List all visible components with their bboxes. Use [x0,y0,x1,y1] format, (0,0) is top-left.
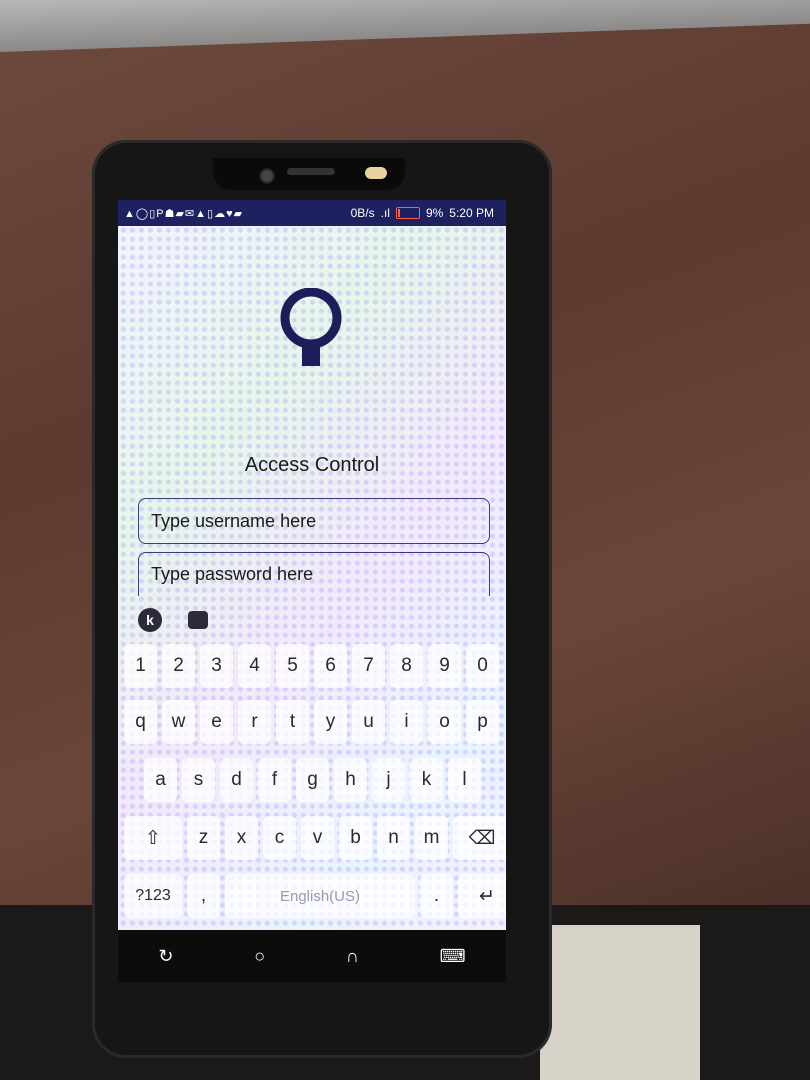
back-icon[interactable]: ↻ [158,946,173,967]
key-g[interactable]: g [296,758,329,802]
function-row: ?123 , English(US) . ↵ [124,874,506,918]
key-o[interactable]: o [428,700,461,744]
username-field[interactable] [138,498,506,544]
key-d[interactable]: d [220,758,253,802]
key-x[interactable]: x [225,816,258,860]
space-key[interactable]: English(US) [225,874,415,918]
key-u[interactable]: u [352,700,385,744]
soft-keyboard: 1 2 3 4 5 6 7 8 9 0 q w e r t y u i o p … [124,640,506,930]
theme-icon[interactable] [188,611,208,629]
key-7[interactable]: 7 [352,644,385,688]
key-k[interactable]: k [410,758,443,802]
signal-icon: .ıl [380,206,390,220]
notification-icons: ▲◯▯P☗▰✉▲▯☁♥▰ [124,207,244,220]
page-title: Access Control [244,454,380,476]
key-0[interactable]: 0 [466,644,499,688]
lock-keyhole-icon [280,288,342,366]
key-1[interactable]: 1 [124,644,157,688]
enter-icon[interactable]: ↵ [458,874,506,918]
middle-letter-row: a s d f g h j k l [144,758,481,802]
network-speed: 0B/s [350,206,375,220]
keyboard-icon[interactable]: ⌨ [440,946,466,967]
key-r[interactable]: r [238,700,271,744]
home-icon[interactable]: ○ [254,946,265,967]
backspace-icon[interactable]: ⌫ [453,816,506,860]
bottom-letter-row: ⇧ z x c v b n m ⌫ [124,816,506,860]
key-l[interactable]: l [448,758,481,802]
key-8[interactable]: 8 [390,644,423,688]
key-y[interactable]: y [314,700,347,744]
keyboard-toolbar: k [138,608,208,632]
earpiece [287,168,335,175]
username-input[interactable] [139,499,506,543]
symbols-key[interactable]: ?123 [124,874,182,918]
password-input[interactable] [139,553,506,596]
key-5[interactable]: 5 [276,644,309,688]
key-t[interactable]: t [276,700,309,744]
key-3[interactable]: 3 [200,644,233,688]
clock: 5:20 PM [449,206,494,220]
comma-key[interactable]: , [187,874,220,918]
front-flash [365,167,387,179]
key-n[interactable]: n [377,816,410,860]
front-camera-icon [259,168,275,184]
paper [540,925,700,1080]
shift-icon[interactable]: ⇧ [124,816,182,860]
key-i[interactable]: i [390,700,423,744]
battery-icon [395,207,420,219]
key-m[interactable]: m [415,816,448,860]
key-2[interactable]: 2 [162,644,195,688]
key-6[interactable]: 6 [314,644,347,688]
key-e[interactable]: e [200,700,233,744]
recents-icon[interactable]: ∩ [346,946,359,967]
status-right: 0B/s .ıl 9% 5:20 PM [351,200,494,226]
key-c[interactable]: c [263,816,296,860]
top-letter-row: q w e r t y u i o p [124,700,499,744]
key-q[interactable]: q [124,700,157,744]
status-bar: ▲◯▯P☗▰✉▲▯☁♥▰ 0B/s .ıl 9% 5:20 PM [118,200,506,226]
key-p[interactable]: p [466,700,499,744]
period-key[interactable]: . [420,874,453,918]
battery-percent: 9% [425,206,444,220]
laptop-edge [0,0,810,53]
key-a[interactable]: a [144,758,177,802]
key-j[interactable]: j [372,758,405,802]
keyboard-app-icon[interactable]: k [138,608,162,632]
key-z[interactable]: z [187,816,220,860]
number-row: 1 2 3 4 5 6 7 8 9 0 [124,644,499,688]
key-w[interactable]: w [162,700,195,744]
key-4[interactable]: 4 [238,644,271,688]
key-h[interactable]: h [334,758,367,802]
key-v[interactable]: v [301,816,334,860]
key-9[interactable]: 9 [428,644,461,688]
phone-screen: ▲◯▯P☗▰✉▲▯☁♥▰ 0B/s .ıl 9% 5:20 PM Access … [118,200,506,930]
key-f[interactable]: f [258,758,291,802]
password-field[interactable] [138,552,506,596]
navigation-bar: ↻ ○ ∩ ⌨ [118,930,506,982]
key-b[interactable]: b [339,816,372,860]
key-s[interactable]: s [182,758,215,802]
